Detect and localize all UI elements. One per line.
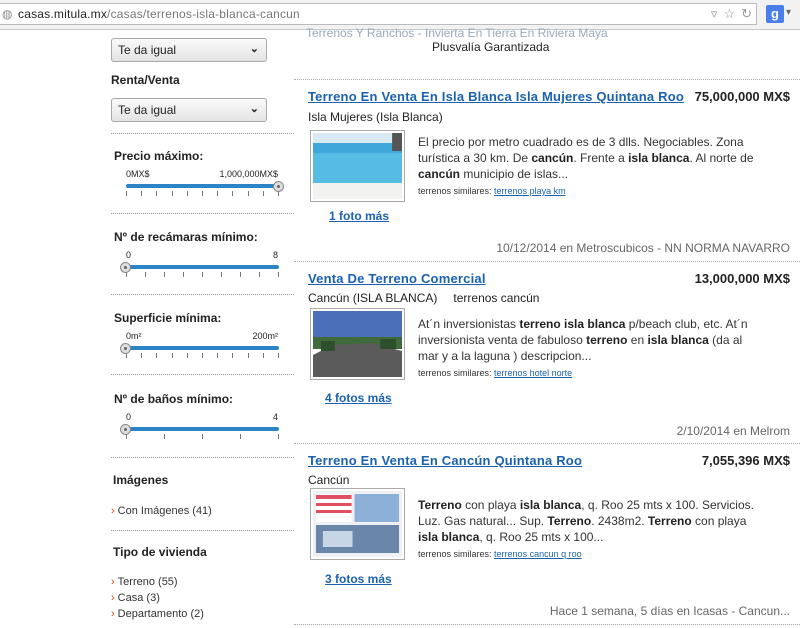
arrow-right-icon: › [111,576,115,588]
slider-ticks [126,191,279,196]
listing-location: Cancún [308,473,350,487]
listing-location: Isla Mujeres (Isla Blanca) [308,110,443,124]
globe-icon: ◍ [2,7,13,21]
url-text[interactable]: casas.mitula.mx/casas/terrenos-isla-blan… [18,7,300,21]
star-icon[interactable]: ☆ [723,6,735,22]
banos-slider-handle[interactable] [120,424,131,435]
divider [111,133,294,134]
arrow-right-icon: › [111,505,115,517]
listing-price: 13,000,000 MX$ [694,271,790,286]
divider [111,530,294,531]
renta-venta-title: Renta/Venta [111,73,180,87]
more-photos-link[interactable]: 3 fotos más [325,572,392,586]
recamaras-slider-handle[interactable] [120,262,131,273]
address-bar[interactable]: ◍ casas.mitula.mx/casas/terrenos-isla-bl… [0,3,757,25]
partial-listing-title[interactable]: Terrenos Y Ranchos - Invierta En Tierra … [306,26,800,40]
filter-terreno[interactable]: › Terreno (55) [111,576,178,588]
road-photo [313,311,402,377]
listing-thumbnail[interactable] [310,308,405,380]
arrow-right-icon: › [111,608,115,620]
banos-min: 0 [126,412,132,422]
banos-max: 4 [272,412,278,422]
similar-link[interactable]: terrenos playa km [494,186,566,196]
listing-description: El precio por metro cuadrado es de 3 dll… [418,135,754,181]
recamaras-title: Nº de recámaras mínimo: [114,230,258,244]
filter-departamento[interactable]: › Departamento (2) [111,608,204,620]
listing-similar: terrenos similares: terrenos cancun q ro… [418,549,582,559]
divider [111,213,294,214]
listing-price: 7,055,396 MX$ [701,453,790,468]
recamaras-min: 0 [126,250,132,260]
operation-select[interactable]: Te da igual ⌄ [111,38,267,62]
recamaras-max: 8 [272,250,278,260]
listing-title[interactable]: Terreno En Venta En Cancún Quintana Roo [308,453,582,468]
imagenes-title: Imágenes [113,473,169,487]
divider [111,294,294,295]
divider [111,374,294,375]
superficie-range-labels: 0m² 200m² [126,331,278,341]
precio-title: Precio máximo: [114,149,204,163]
precio-min: 0MX$ [126,169,150,179]
filter-con-imagenes[interactable]: › Con Imágenes (41) [111,505,212,517]
listing-meta: 2/10/2014 en Melrom [676,424,790,438]
reload-icon[interactable]: ↻ [741,6,752,22]
slider-ticks [126,353,279,358]
listing-description: At´n inversionistas terreno isla blanca … [418,317,748,363]
dropdown-icon[interactable]: ▿ [711,6,718,22]
chevron-down-icon: ⌄ [249,103,259,115]
superficie-slider-handle[interactable] [120,343,131,354]
banos-slider-track[interactable] [126,427,279,431]
more-photos-link[interactable]: 1 foto más [329,209,389,223]
beach-photo [313,133,402,199]
banos-range-labels: 0 4 [126,412,278,422]
precio-range-labels: 0MX$ 1,000,000MX$ [126,169,278,179]
similar-link[interactable]: terrenos cancun q roo [494,549,582,559]
similar-link[interactable]: terrenos hotel norte [494,368,572,378]
chevron-down-icon: ⌄ [249,43,259,55]
listing-thumbnail[interactable] [310,130,405,202]
partial-listing-subtitle: Plusvalía Garantizada [432,40,550,54]
listing-description: Terreno con playa isla blanca, q. Roo 25… [418,498,754,544]
divider [294,443,800,444]
listing-meta: Hace 1 semana, 5 días en Icasas - Cancun… [549,604,790,618]
search-engine-caret-icon[interactable]: ▾ [786,7,791,18]
recamaras-range-labels: 0 8 [126,250,278,260]
tipo-vivienda-title: Tipo de vivienda [113,545,207,559]
listing-price: 75,000,000 MX$ [694,89,790,104]
listing-title[interactable]: Venta De Terreno Comercial [308,271,486,286]
precio-max: 1,000,000MX$ [219,169,278,179]
banos-title: Nº de baños mínimo: [114,392,234,406]
superficie-slider-track[interactable] [126,346,279,350]
precio-slider-handle[interactable] [273,181,284,192]
divider [294,79,800,80]
listing-title[interactable]: Terreno En Venta En Isla Blanca Isla Muj… [308,89,684,104]
listing-similar: terrenos similares: terrenos playa km [418,186,566,196]
listing-similar: terrenos similares: terrenos hotel norte [418,368,573,378]
arrow-right-icon: › [111,592,115,604]
listing-location: Cancún (ISLA BLANCA) terrenos cancún [308,291,540,305]
renta-venta-select[interactable]: Te da igual ⌄ [111,98,267,122]
search-engine-button[interactable]: g [766,5,784,23]
listing-meta: 10/12/2014 en Metroscubicos - NN NORMA N… [496,241,790,255]
promo-photo [313,491,402,557]
filter-casa[interactable]: › Casa (3) [111,592,160,604]
divider [294,624,800,625]
slider-ticks [126,434,279,439]
listing-thumbnail[interactable] [310,488,405,560]
divider [294,261,800,262]
precio-slider-track[interactable] [126,184,279,188]
more-photos-link[interactable]: 4 fotos más [325,391,392,405]
superficie-title: Superficie mínima: [114,311,222,325]
recamaras-slider-track[interactable] [126,265,279,269]
superficie-min: 0m² [126,331,142,341]
divider [111,457,294,458]
superficie-max: 200m² [252,331,278,341]
slider-ticks [126,272,279,277]
